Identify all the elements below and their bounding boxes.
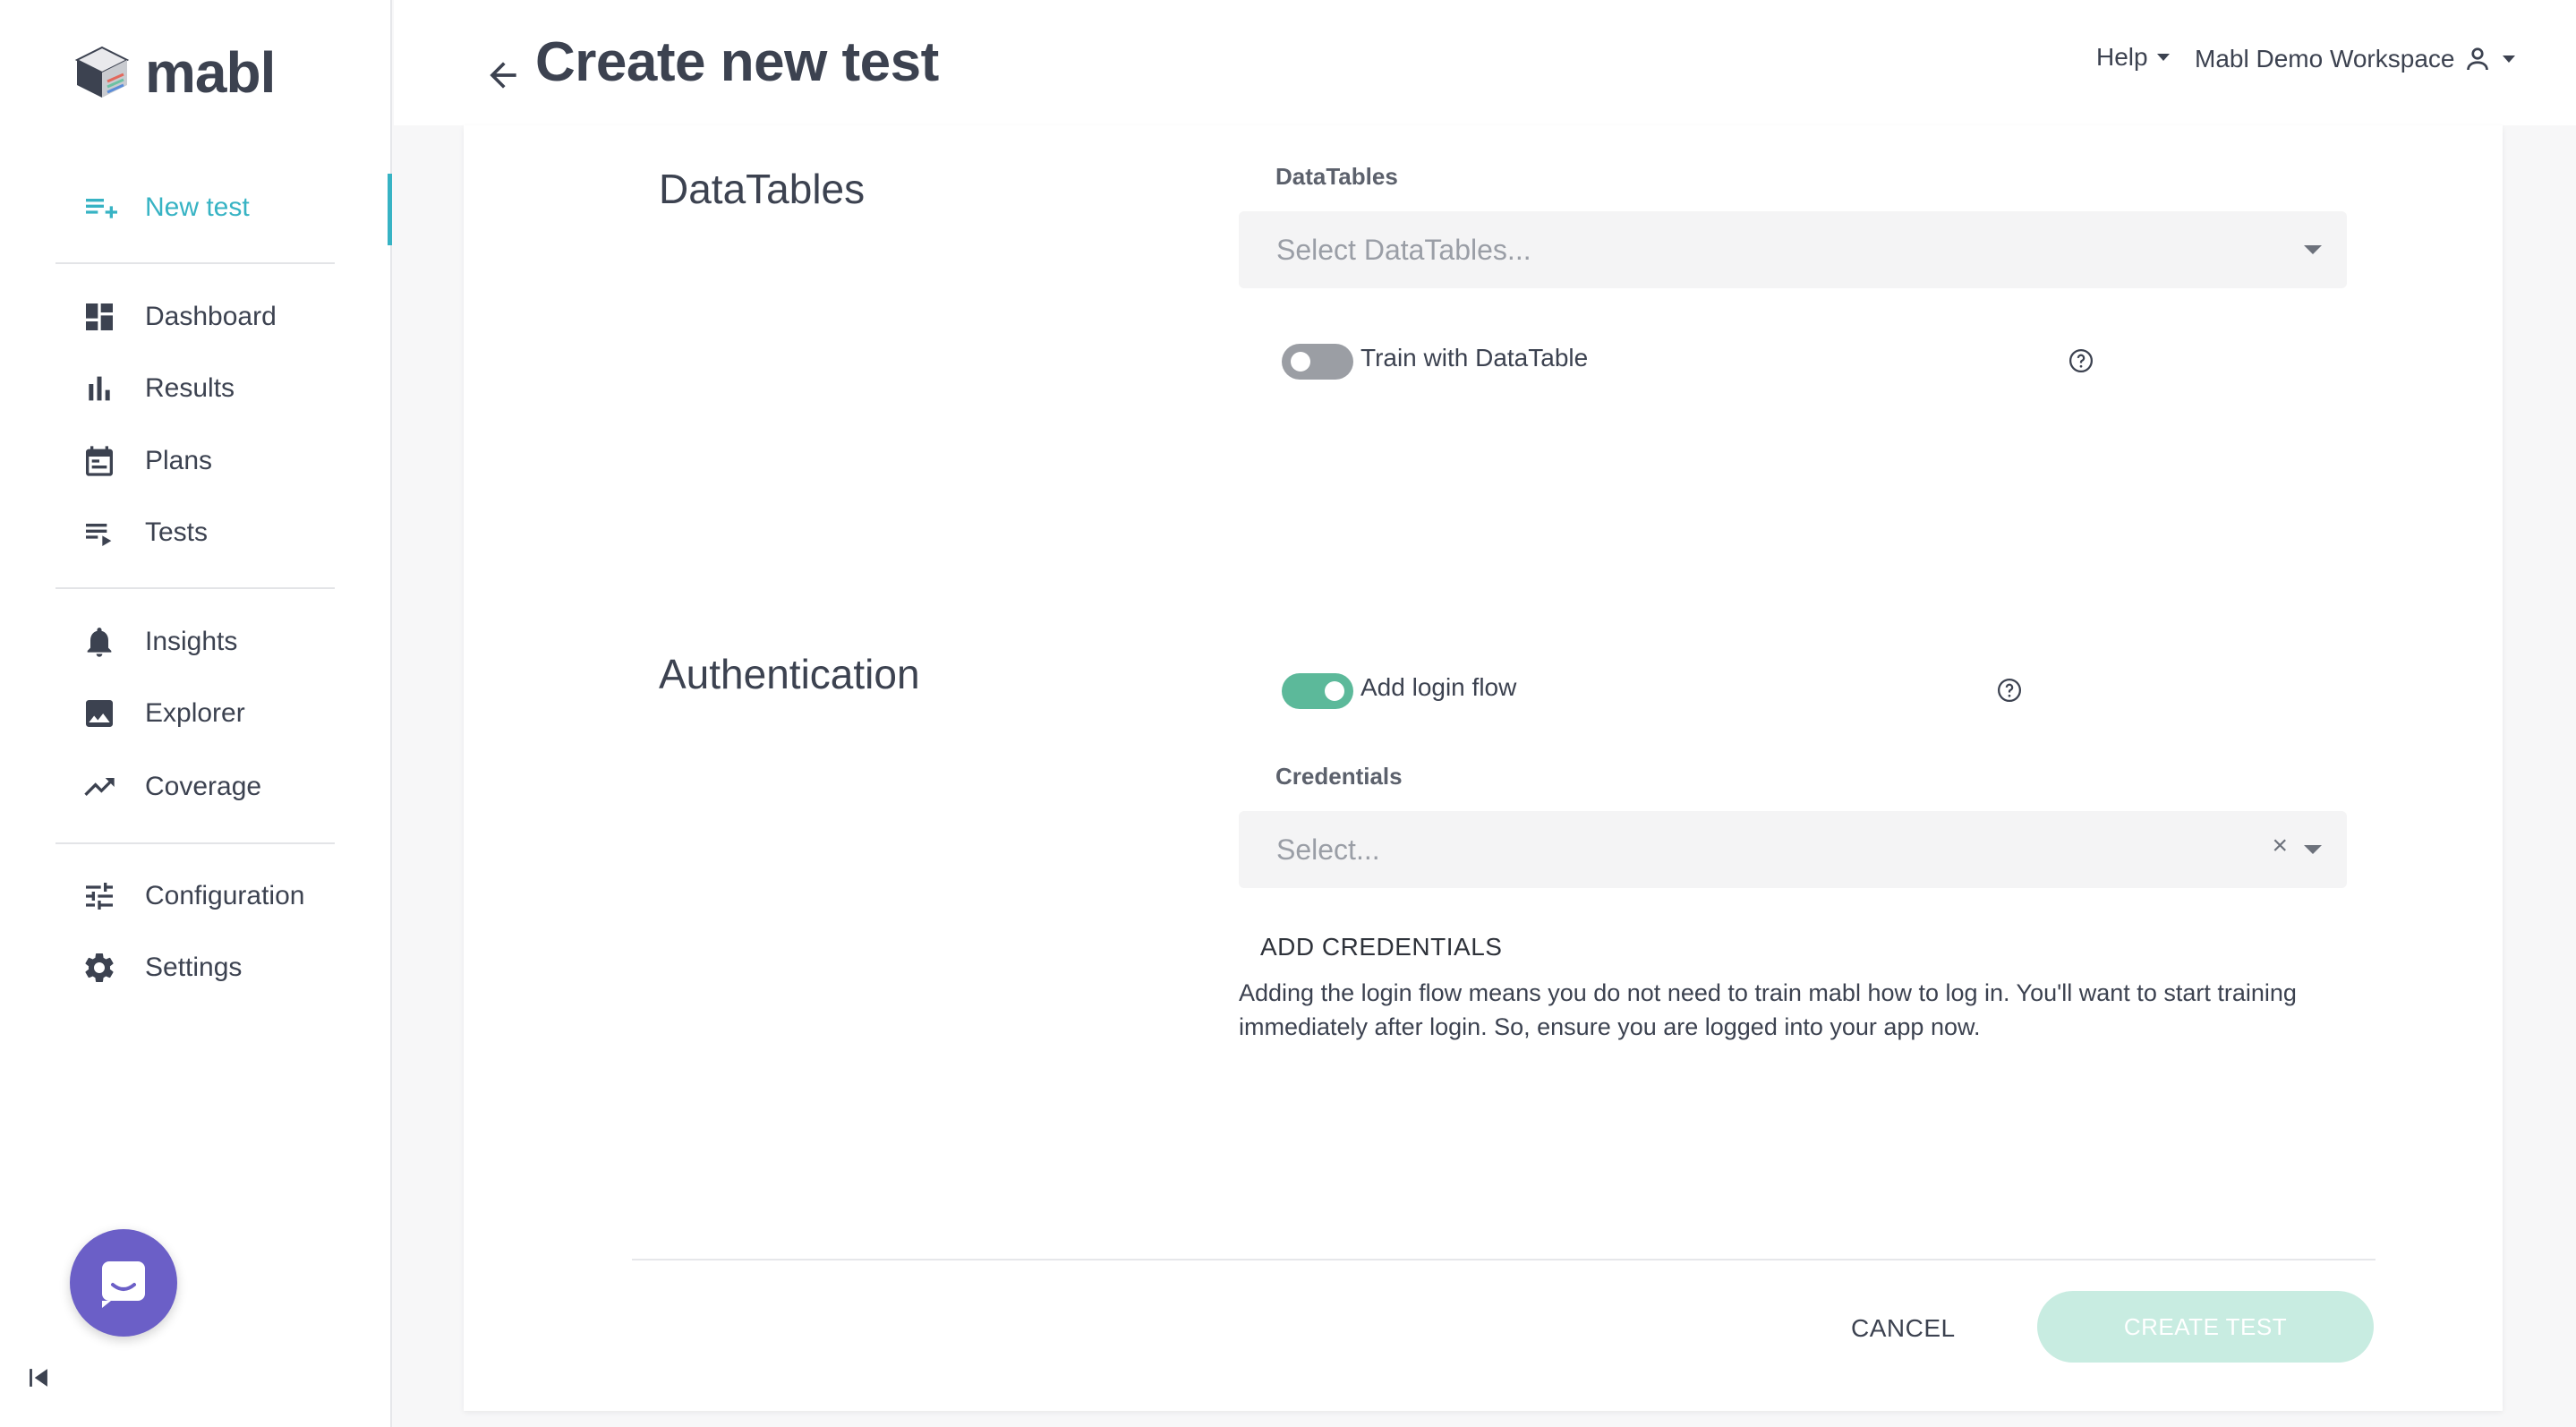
add-login-flow-toggle[interactable] bbox=[1282, 673, 1353, 709]
page-title: Create new test bbox=[535, 31, 939, 93]
chevron-down-icon bbox=[2156, 54, 2170, 61]
mabl-logo-icon bbox=[74, 46, 130, 98]
train-with-datatable-label: Train with DataTable bbox=[1361, 344, 1589, 372]
trending-icon bbox=[81, 768, 118, 806]
dropdown-arrow-icon bbox=[2304, 845, 2322, 854]
datatables-select[interactable]: Select DataTables... bbox=[1239, 211, 2347, 288]
sidebar-item-label: New test bbox=[145, 192, 250, 222]
sidebar-divider bbox=[55, 262, 335, 264]
sidebar-item-label: Configuration bbox=[145, 881, 305, 910]
tests-icon bbox=[81, 514, 118, 551]
help-label: Help bbox=[2096, 43, 2148, 71]
sidebar-item-settings[interactable]: Settings bbox=[81, 941, 367, 995]
login-flow-description: Adding the login flow means you do not n… bbox=[1239, 979, 2297, 1040]
image-icon bbox=[81, 695, 118, 732]
sidebar: mabl New test Dashboard Results Plans Te… bbox=[0, 0, 392, 1427]
sidebar-item-coverage[interactable]: Coverage bbox=[81, 760, 367, 814]
datatables-placeholder: Select DataTables... bbox=[1276, 233, 1531, 266]
create-test-form: DataTables DataTables Select DataTables.… bbox=[464, 125, 2503, 1411]
sidebar-item-label: Tests bbox=[145, 517, 209, 547]
datatables-section-title: DataTables bbox=[659, 166, 866, 212]
toggle-knob bbox=[1325, 681, 1344, 701]
credentials-placeholder: Select... bbox=[1276, 833, 1380, 866]
sidebar-item-label: Dashboard bbox=[145, 302, 277, 331]
collapse-sidebar-icon[interactable] bbox=[23, 1363, 54, 1393]
sidebar-item-label: Settings bbox=[145, 953, 243, 982]
sidebar-item-plans[interactable]: Plans bbox=[81, 434, 367, 488]
sidebar-item-configuration[interactable]: Configuration bbox=[81, 869, 367, 923]
new-test-icon bbox=[81, 189, 118, 226]
credentials-field-label: Credentials bbox=[1275, 763, 1403, 790]
credentials-select[interactable]: Select... × bbox=[1239, 811, 2347, 888]
chat-icon bbox=[102, 1261, 145, 1308]
workspace-menu[interactable]: Mabl Demo Workspace bbox=[2195, 43, 2516, 75]
sidebar-item-tests[interactable]: Tests bbox=[81, 506, 367, 560]
add-login-flow-label: Add login flow bbox=[1361, 673, 1517, 701]
train-with-datatable-toggle[interactable] bbox=[1282, 344, 1353, 380]
datatables-field-label: DataTables bbox=[1275, 163, 1398, 190]
chat-launcher-button[interactable] bbox=[70, 1229, 177, 1337]
logo-text: mabl bbox=[145, 40, 276, 105]
sidebar-item-explorer[interactable]: Explorer bbox=[81, 687, 367, 740]
results-icon bbox=[81, 370, 118, 407]
logo[interactable]: mabl bbox=[72, 39, 276, 106]
sidebar-item-label: Insights bbox=[145, 627, 238, 656]
sidebar-divider bbox=[55, 842, 335, 844]
create-test-button[interactable]: CREATE TEST bbox=[2037, 1291, 2374, 1363]
page-header: Create new test Help Mabl Demo Workspace bbox=[394, 0, 2576, 125]
dropdown-arrow-icon bbox=[2304, 245, 2322, 254]
toggle-knob bbox=[1291, 352, 1310, 372]
chevron-down-icon bbox=[2503, 56, 2516, 63]
sidebar-item-label: Coverage bbox=[145, 772, 262, 801]
footer-divider bbox=[632, 1259, 2376, 1260]
bell-icon bbox=[81, 623, 118, 661]
authentication-section-title: Authentication bbox=[659, 651, 920, 697]
cancel-button[interactable]: CANCEL bbox=[1851, 1314, 1956, 1343]
active-indicator bbox=[388, 174, 392, 245]
add-credentials-button[interactable]: ADD CREDENTIALS bbox=[1260, 933, 1502, 961]
help-circle-icon[interactable] bbox=[1996, 677, 2023, 704]
sidebar-divider bbox=[55, 587, 335, 589]
sidebar-item-label: Results bbox=[145, 373, 235, 403]
help-menu[interactable]: Help bbox=[2096, 43, 2170, 72]
dashboard-icon bbox=[81, 298, 118, 336]
calendar-icon bbox=[81, 442, 118, 480]
sidebar-item-dashboard[interactable]: Dashboard bbox=[81, 290, 367, 344]
sidebar-item-results[interactable]: Results bbox=[81, 362, 367, 415]
sidebar-item-new-test[interactable]: New test bbox=[81, 181, 367, 235]
sliders-icon bbox=[81, 877, 118, 915]
back-arrow-icon[interactable] bbox=[483, 56, 523, 95]
gear-icon bbox=[81, 949, 118, 987]
workspace-label: Mabl Demo Workspace bbox=[2195, 45, 2455, 73]
help-circle-icon[interactable] bbox=[2068, 347, 2094, 374]
sidebar-item-label: Plans bbox=[145, 446, 213, 475]
sidebar-item-insights[interactable]: Insights bbox=[81, 615, 367, 669]
clear-icon[interactable]: × bbox=[2272, 831, 2288, 861]
sidebar-item-label: Explorer bbox=[145, 698, 245, 728]
user-icon bbox=[2467, 47, 2489, 71]
